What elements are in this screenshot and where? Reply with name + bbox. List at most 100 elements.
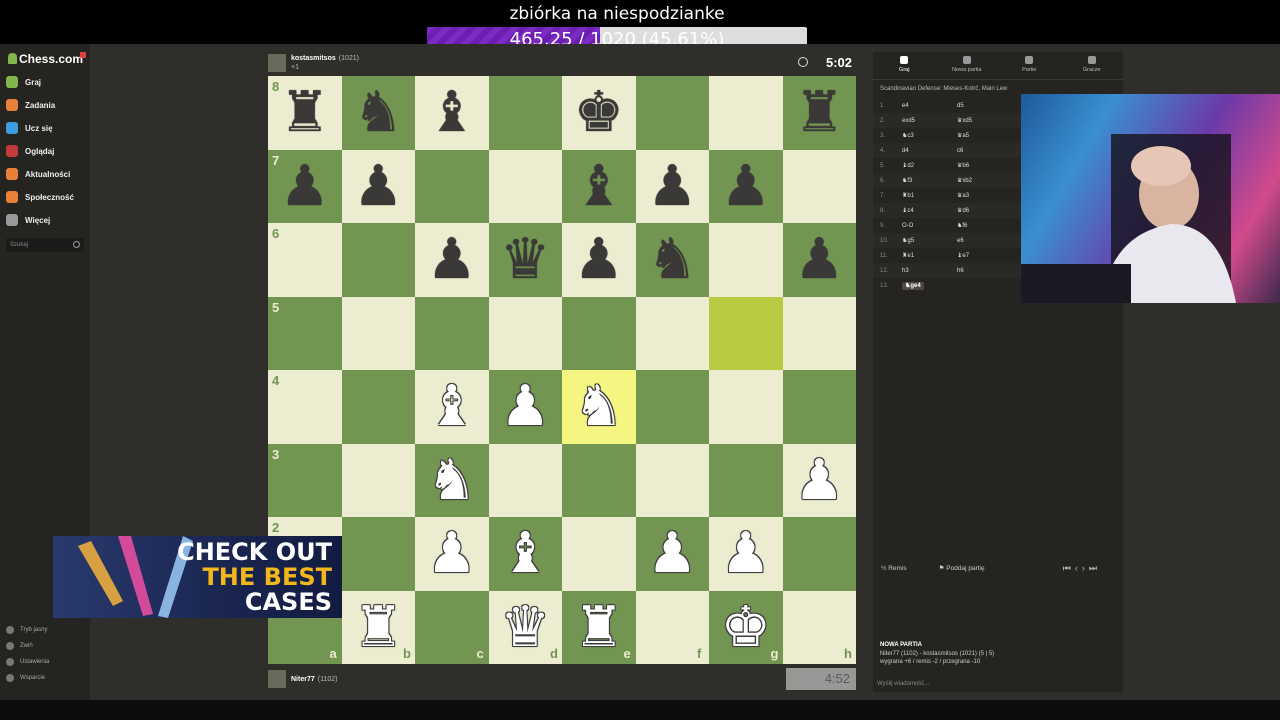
square-b7[interactable] xyxy=(341,149,415,223)
square-c3[interactable] xyxy=(415,443,489,517)
square-e2[interactable] xyxy=(562,517,636,591)
black-move[interactable]: ♛a5 xyxy=(957,132,1012,139)
square-c4[interactable] xyxy=(415,370,489,444)
square-b4[interactable] xyxy=(341,370,415,444)
white-move[interactable]: ♜b1 xyxy=(902,193,914,199)
square-e8[interactable] xyxy=(562,76,636,150)
square-h5[interactable] xyxy=(782,296,856,370)
white-move[interactable]: ♜e1 xyxy=(902,253,914,259)
sidebar-item-4[interactable]: Aktualności xyxy=(6,165,70,183)
sidebar-bottom-item[interactable]: Ustawienia xyxy=(6,658,49,666)
square-g4[interactable] xyxy=(709,370,783,444)
search-icon[interactable] xyxy=(73,241,80,248)
square-f2[interactable] xyxy=(635,517,709,591)
square-b3[interactable] xyxy=(341,443,415,517)
sidebar-item-1[interactable]: Zadania xyxy=(6,96,55,114)
black-move[interactable]: c6 xyxy=(957,148,1012,154)
black-move[interactable]: ♛xb2 xyxy=(957,177,1012,184)
white-move[interactable]: ♞ge4 xyxy=(902,282,924,290)
white-move[interactable]: O-O xyxy=(902,223,913,229)
sidebar-bottom-item[interactable]: Zwiń xyxy=(6,642,33,650)
search-input[interactable]: Szukaj xyxy=(6,238,84,252)
white-move[interactable]: ♞g5 xyxy=(902,238,914,244)
square-d7[interactable] xyxy=(488,149,562,223)
sidebar-item-6[interactable]: Więcej xyxy=(6,211,50,229)
square-c2[interactable] xyxy=(415,517,489,591)
square-e3[interactable] xyxy=(562,443,636,517)
white-move[interactable]: ♝c4 xyxy=(902,208,914,214)
cases-ad-overlay[interactable]: CHECK OUT THE BEST CASES xyxy=(53,536,342,618)
square-h3[interactable] xyxy=(782,443,856,517)
square-f7[interactable] xyxy=(635,149,709,223)
move-nav-arrows[interactable]: ⏮‹›⏭ xyxy=(1063,563,1101,574)
square-b5[interactable] xyxy=(341,296,415,370)
square-g8[interactable] xyxy=(709,76,783,150)
tab-3[interactable]: Gracze xyxy=(1061,52,1124,79)
square-g6[interactable] xyxy=(709,223,783,297)
square-h6[interactable] xyxy=(782,223,856,297)
square-d8[interactable] xyxy=(488,76,562,150)
black-move[interactable]: ♛xd5 xyxy=(957,117,1012,124)
sidebar-item-5[interactable]: Społeczność xyxy=(6,188,74,206)
sidebar-item-0[interactable]: Graj xyxy=(6,73,41,91)
square-e7[interactable] xyxy=(562,149,636,223)
white-move[interactable]: e4 xyxy=(902,103,909,109)
square-b8[interactable] xyxy=(341,76,415,150)
resign-button[interactable]: ⚑ Poddaj partię xyxy=(939,564,1001,572)
tab-0[interactable]: Graj xyxy=(873,52,936,79)
square-e6[interactable] xyxy=(562,223,636,297)
tab-1[interactable]: Nowa partia xyxy=(936,52,999,79)
white-move[interactable]: exd5 xyxy=(902,118,915,124)
square-d5[interactable] xyxy=(488,296,562,370)
square-g7[interactable] xyxy=(709,149,783,223)
draw-button[interactable]: ½ Remis xyxy=(881,565,923,572)
chess-board[interactable]: ♜8♞♝♚♜♟7♟♝♟♟6♟♛♟♞♟54♝♟♞3♞♟2♟♝♟♟1a♜bc♛d♜e… xyxy=(268,76,856,664)
sidebar-bottom-item[interactable]: Tryb jasny xyxy=(6,626,47,634)
square-b2[interactable] xyxy=(341,517,415,591)
black-move[interactable]: h6 xyxy=(957,268,1012,274)
avatar[interactable] xyxy=(268,54,286,72)
square-g3[interactable] xyxy=(709,443,783,517)
tab-2[interactable]: Partie xyxy=(998,52,1061,79)
black-move[interactable]: ♛d6 xyxy=(957,207,1012,214)
square-h7[interactable] xyxy=(782,149,856,223)
white-move[interactable]: h3 xyxy=(902,268,909,274)
black-move[interactable]: e6 xyxy=(957,238,1012,244)
square-e4[interactable] xyxy=(562,370,636,444)
square-d2[interactable] xyxy=(488,517,562,591)
square-f3[interactable] xyxy=(635,443,709,517)
square-d3[interactable] xyxy=(488,443,562,517)
square-h2[interactable] xyxy=(782,517,856,591)
black-move[interactable]: d5 xyxy=(957,103,1012,109)
sidebar-item-3[interactable]: Oglądaj xyxy=(6,142,54,160)
square-d6[interactable] xyxy=(488,223,562,297)
bottom-player-name[interactable]: Niter77 xyxy=(291,676,315,683)
square-g2[interactable] xyxy=(709,517,783,591)
sidebar-item-2[interactable]: Ucz się xyxy=(6,119,53,137)
white-move[interactable]: ♞f3 xyxy=(902,178,912,184)
square-f6[interactable] xyxy=(635,223,709,297)
black-move[interactable]: ♞f6 xyxy=(957,222,1012,229)
square-f8[interactable] xyxy=(635,76,709,150)
square-c6[interactable] xyxy=(415,223,489,297)
white-move[interactable]: ♞c3 xyxy=(902,133,914,139)
square-g5[interactable] xyxy=(709,296,783,370)
black-move[interactable]: ♛a3 xyxy=(957,192,1012,199)
avatar[interactable] xyxy=(268,670,286,688)
black-move[interactable]: ♝e7 xyxy=(957,252,1012,259)
black-move[interactable]: ♛b6 xyxy=(957,162,1012,169)
square-e5[interactable] xyxy=(562,296,636,370)
sidebar-bottom-item[interactable]: Wsparcie xyxy=(6,674,45,682)
square-b6[interactable] xyxy=(341,223,415,297)
square-c8[interactable] xyxy=(415,76,489,150)
square-d4[interactable] xyxy=(488,370,562,444)
chat-input[interactable]: Wyślij wiadomość... xyxy=(873,676,1123,692)
notification-badge[interactable] xyxy=(80,52,86,58)
chesscom-logo[interactable]: Chess.com xyxy=(8,52,83,66)
white-move[interactable]: ♝d2 xyxy=(902,163,914,169)
square-f5[interactable] xyxy=(635,296,709,370)
square-c7[interactable] xyxy=(415,149,489,223)
top-player-name[interactable]: kostasmitsos xyxy=(291,55,336,62)
square-c5[interactable] xyxy=(415,296,489,370)
white-move[interactable]: d4 xyxy=(902,148,909,154)
